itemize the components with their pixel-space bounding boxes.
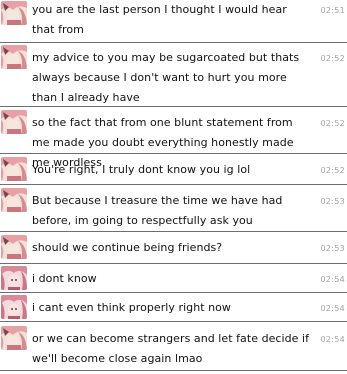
chat-message: so the fact that from one blunt statemen… <box>0 107 347 169</box>
chat-message: i cant even think properly right now 02:… <box>0 293 347 322</box>
message-text: my advice to you may be sugarcoated but … <box>32 51 300 104</box>
message-timestamp: 02:52 <box>320 166 345 175</box>
message-text: should we continue being friends? <box>32 241 223 254</box>
chat-message: But because I treasure the time we have … <box>0 185 347 232</box>
user-avatar[interactable] <box>1 188 27 212</box>
message-timestamp: 02:53 <box>320 197 345 206</box>
message-timestamp: 02:52 <box>320 119 345 128</box>
message-timestamp: 02:54 <box>320 335 345 344</box>
message-text: or we can become strangers and let fate … <box>32 332 310 365</box>
user-avatar[interactable] <box>1 266 27 290</box>
chat-message: should we continue being friends? 02:53 <box>0 232 347 264</box>
message-text: But because I treasure the time we have … <box>32 194 283 227</box>
message-timestamp: 02:54 <box>320 275 345 284</box>
message-text: you are the last person I thought I woul… <box>32 3 287 36</box>
user-avatar[interactable] <box>1 110 27 134</box>
user-avatar[interactable] <box>1 295 27 319</box>
chat-message: i dont know 02:54 <box>0 264 347 293</box>
user-avatar[interactable] <box>1 326 27 350</box>
message-timestamp: 02:52 <box>320 54 345 63</box>
message-text: You're right, I truly dont know you ig l… <box>32 163 251 176</box>
user-avatar[interactable] <box>1 157 27 181</box>
chat-message: or we can become strangers and let fate … <box>0 322 347 371</box>
chat-message: my advice to you may be sugarcoated but … <box>0 43 347 107</box>
message-timestamp: 02:54 <box>320 304 345 313</box>
message-text: i cant even think properly right now <box>32 301 231 314</box>
chat-log: you are the last person I thought I woul… <box>0 0 347 374</box>
user-avatar[interactable] <box>1 1 27 25</box>
chat-message: you are the last person I thought I woul… <box>0 0 347 43</box>
message-timestamp: 02:53 <box>320 244 345 253</box>
chat-message: You're right, I truly dont know you ig l… <box>0 154 347 185</box>
user-avatar[interactable] <box>1 235 27 259</box>
message-timestamp: 02:51 <box>320 6 345 15</box>
user-avatar[interactable] <box>1 45 27 69</box>
message-text: i dont know <box>32 272 97 285</box>
